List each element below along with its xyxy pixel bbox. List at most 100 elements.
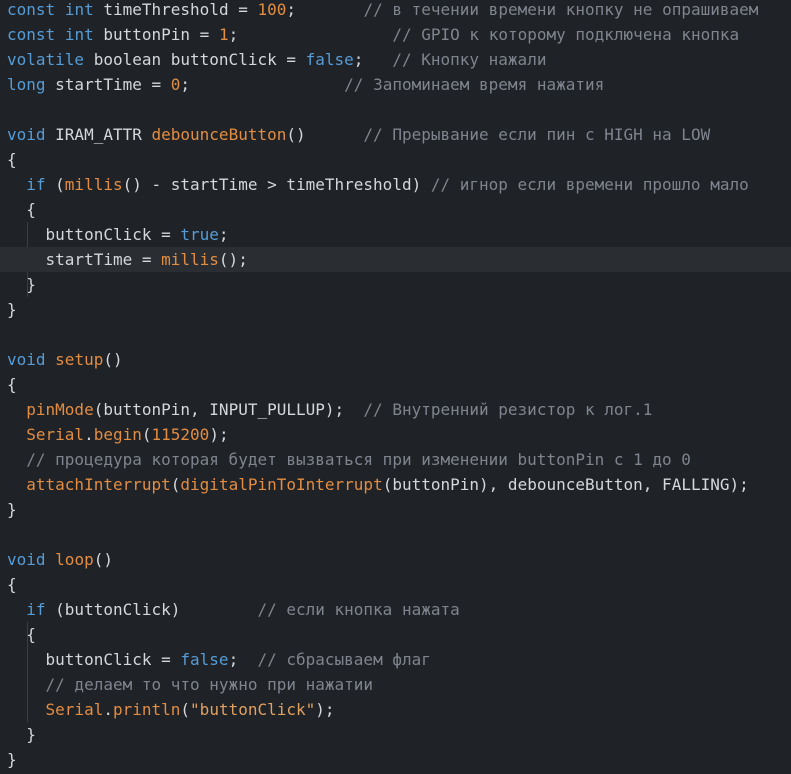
code-line[interactable]: const int buttonPin = 1; // GPIO к котор…	[7, 22, 739, 47]
code-line[interactable]: if (millis() - startTime > timeThreshold…	[7, 172, 749, 197]
code-token: .	[84, 425, 94, 444]
code-line[interactable]: buttonClick = false; // сбрасываем флаг	[7, 647, 431, 672]
code-token: // Кнопку нажали	[392, 50, 547, 69]
code-token: (buttonPin), debounceButton, FALLING);	[382, 475, 749, 494]
code-token: Serial	[26, 425, 85, 444]
code-token: ;	[353, 50, 393, 69]
code-token: }	[7, 500, 17, 519]
code-token: // GPIO к которому подключена кнопка	[392, 25, 740, 44]
code-token: ;	[180, 75, 345, 94]
code-line[interactable]: // делаем то что нужно при нажатии	[7, 672, 374, 697]
code-token: debounceButton	[151, 125, 287, 144]
code-token: }	[7, 300, 17, 319]
code-token: }	[7, 725, 36, 744]
code-token: buttonClick =	[7, 225, 181, 244]
code-token: true	[180, 225, 219, 244]
code-token: }	[7, 750, 17, 769]
code-line[interactable]: }	[7, 272, 36, 297]
code-line[interactable]: const int timeThreshold = 100; // в тече…	[7, 0, 758, 22]
code-line[interactable]: void setup()	[7, 347, 123, 372]
code-line[interactable]: void loop()	[7, 547, 113, 572]
code-token: boolean buttonClick =	[84, 50, 306, 69]
code-token: buttonPin =	[93, 25, 219, 44]
code-token: // Внутренний резистор к лог.1	[363, 400, 653, 419]
code-line[interactable]: volatile boolean buttonClick = false; //…	[7, 47, 546, 72]
code-token: false	[180, 650, 229, 669]
code-line[interactable]: buttonClick = true;	[7, 222, 229, 247]
code-token: volatile	[7, 50, 85, 69]
code-line[interactable]: {	[7, 372, 17, 397]
code-line[interactable]: {	[7, 197, 36, 222]
code-token: {	[7, 200, 36, 219]
code-line[interactable]: attachInterrupt(digitalPinToInterrupt(bu…	[7, 472, 749, 497]
code-line[interactable]: }	[7, 497, 17, 522]
code-token: // если кнопка нажата	[257, 600, 460, 619]
code-token: const	[7, 0, 56, 19]
code-line[interactable]: {	[7, 572, 17, 597]
code-token: Serial	[45, 700, 104, 719]
code-token: void	[7, 550, 46, 569]
code-token: ;	[228, 25, 393, 44]
code-token: "buttonClick"	[190, 700, 316, 719]
code-token: // делаем то что нужно при нажатии	[45, 675, 374, 694]
code-token: }	[7, 275, 36, 294]
code-token: long	[7, 75, 46, 94]
code-token: (	[170, 475, 181, 494]
code-token: pinMode	[26, 400, 94, 419]
code-line[interactable]: }	[7, 722, 36, 747]
code-token: () - startTime > timeThreshold)	[122, 175, 431, 194]
code-token: false	[305, 50, 354, 69]
code-line[interactable]: pinMode(buttonPin, INPUT_PULLUP); // Вну…	[7, 397, 652, 422]
code-editor[interactable]: const int timeThreshold = 100; // в тече…	[0, 0, 791, 774]
code-token: {	[7, 150, 17, 169]
code-token: IRAM_ATTR	[45, 125, 152, 144]
code-line[interactable]: startTime = millis();	[0, 247, 791, 272]
code-line[interactable]: Serial.begin(115200);	[7, 422, 228, 447]
code-line[interactable]: long startTime = 0; // Запоминаем время …	[7, 72, 604, 97]
code-token: 1	[218, 25, 229, 44]
code-token: setup	[55, 350, 104, 369]
code-token: ()	[286, 125, 364, 144]
code-token: ()	[103, 350, 123, 369]
code-token: 100	[257, 0, 287, 19]
code-token: int	[64, 25, 94, 44]
code-line[interactable]: // процедура которая будет вызваться при…	[7, 447, 691, 472]
code-token: begin	[93, 425, 142, 444]
code-token: millis	[64, 175, 123, 194]
code-token: {	[7, 375, 17, 394]
code-token: );	[315, 700, 335, 719]
code-token: // в течении времени кнопку не опрашивае…	[363, 0, 759, 19]
code-line[interactable]: if (buttonClick) // если кнопка нажата	[7, 597, 460, 622]
code-line[interactable]: {	[7, 622, 36, 647]
code-token: (buttonClick)	[45, 600, 258, 619]
code-token: ;	[286, 0, 364, 19]
code-line[interactable]: void IRAM_ATTR debounceButton() // Преры…	[7, 122, 710, 147]
code-token: startTime =	[7, 250, 162, 269]
code-token: ();	[218, 250, 248, 269]
code-line[interactable]: }	[7, 297, 17, 322]
code-line[interactable]: Serial.println("buttonClick");	[7, 697, 335, 722]
code-token: // Прерывание если пин с HIGH на LOW	[363, 125, 711, 144]
code-line[interactable]: }	[7, 747, 17, 772]
code-token: // игнор если времени прошло мало	[430, 175, 749, 194]
code-token: 115200	[151, 425, 210, 444]
code-token: {	[7, 575, 17, 594]
code-token: digitalPinToInterrupt	[180, 475, 383, 494]
code-token: (	[180, 700, 191, 719]
code-token: ;	[218, 225, 229, 244]
code-line[interactable]: {	[7, 147, 17, 172]
code-token: if	[26, 175, 46, 194]
code-token: ;	[228, 650, 258, 669]
code-token: // Запоминаем время нажатия	[344, 75, 605, 94]
code-token: int	[64, 0, 94, 19]
code-token: (buttonPin, INPUT_PULLUP);	[93, 400, 364, 419]
